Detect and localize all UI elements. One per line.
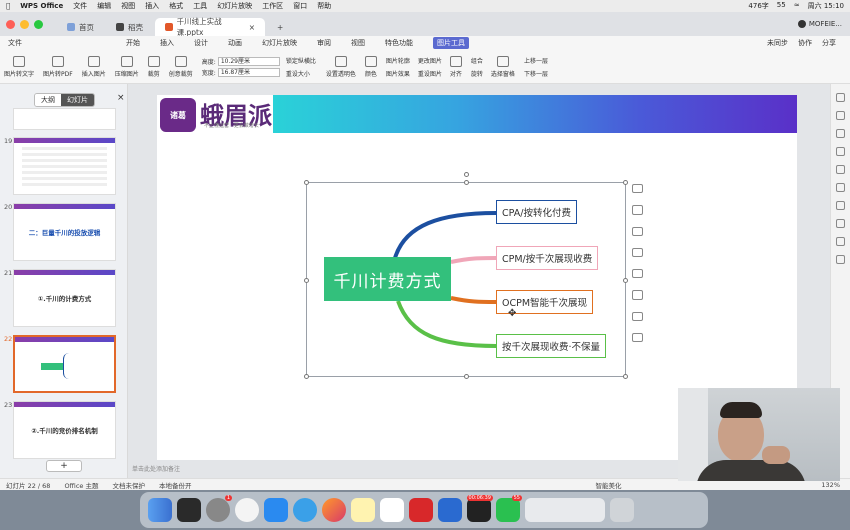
app-store-icon[interactable]: [264, 498, 288, 522]
minimized-windows[interactable]: [525, 498, 605, 522]
style-icon[interactable]: [836, 111, 845, 120]
trash-icon[interactable]: [610, 498, 634, 522]
presenter-shirt: [696, 460, 806, 481]
animation-icon[interactable]: [836, 165, 845, 174]
notes-app-icon[interactable]: [351, 498, 375, 522]
adjust-icon[interactable]: [836, 201, 845, 210]
mac-dock: 1 00:06:39 55: [140, 492, 708, 528]
properties-icon[interactable]: [836, 93, 845, 102]
shape-icon[interactable]: [836, 147, 845, 156]
wps-icon[interactable]: [409, 498, 433, 522]
image-quick-toolbar: [632, 184, 646, 350]
smart-beautify-button[interactable]: 智能美化: [595, 480, 621, 490]
history-icon[interactable]: [836, 237, 845, 246]
presenter-hair: [720, 402, 762, 418]
backup-status[interactable]: 本地备份开: [159, 480, 192, 490]
image-format-icon[interactable]: [632, 290, 643, 300]
wechat-icon[interactable]: 55: [496, 495, 522, 522]
transition-icon[interactable]: [836, 219, 845, 228]
app-m-icon[interactable]: [438, 498, 462, 522]
zoom-level[interactable]: 132%: [821, 481, 840, 489]
firefox-icon[interactable]: [322, 498, 346, 522]
protect-status[interactable]: 文档未保护: [112, 480, 145, 490]
image-export-icon[interactable]: [632, 311, 643, 321]
image-grid-icon[interactable]: [632, 247, 643, 257]
branch-line-cpm-nonguaranteed: [396, 300, 497, 348]
presenter-hands: [762, 446, 790, 464]
image-effects-icon[interactable]: [632, 205, 643, 215]
image-zoom-icon[interactable]: [632, 226, 643, 236]
davinci-icon[interactable]: [235, 498, 259, 522]
system-settings-icon[interactable]: 1: [206, 495, 232, 522]
notes-area[interactable]: 单击此处添加备注: [128, 460, 688, 478]
layers-icon[interactable]: [836, 183, 845, 192]
safari-icon[interactable]: [293, 498, 317, 522]
branch-node-cpm-nonguaranteed: 按千次展现收费·不保量: [496, 334, 607, 358]
screen-recorder-icon[interactable]: 00:06:39: [466, 495, 493, 522]
settings-icon[interactable]: [836, 255, 845, 264]
image-layout-icon[interactable]: [632, 184, 643, 194]
webcam-overlay: [678, 388, 840, 481]
branch-node-cpm: CPM/按千次展现收费: [496, 246, 599, 270]
mouse-cursor-icon: ✥: [508, 308, 517, 319]
branch-node-cpa: CPA/按转化付费: [496, 200, 577, 224]
fill-icon[interactable]: [836, 129, 845, 138]
finder-icon[interactable]: [148, 498, 172, 522]
slide-counter: 幻灯片 22 / 68: [6, 481, 51, 490]
image-crop-icon[interactable]: [632, 269, 643, 279]
mindmap-root-node: 千川计费方式: [324, 257, 451, 301]
image-more-icon[interactable]: [632, 332, 643, 342]
launchpad-icon[interactable]: [177, 498, 201, 522]
branch-line-cpa: [393, 211, 497, 259]
theme-name: Office 主题: [64, 481, 99, 490]
branch-line-cpm: [450, 256, 497, 264]
baidu-netdisk-icon[interactable]: [380, 498, 404, 522]
branch-line-ocpm: [450, 296, 497, 304]
